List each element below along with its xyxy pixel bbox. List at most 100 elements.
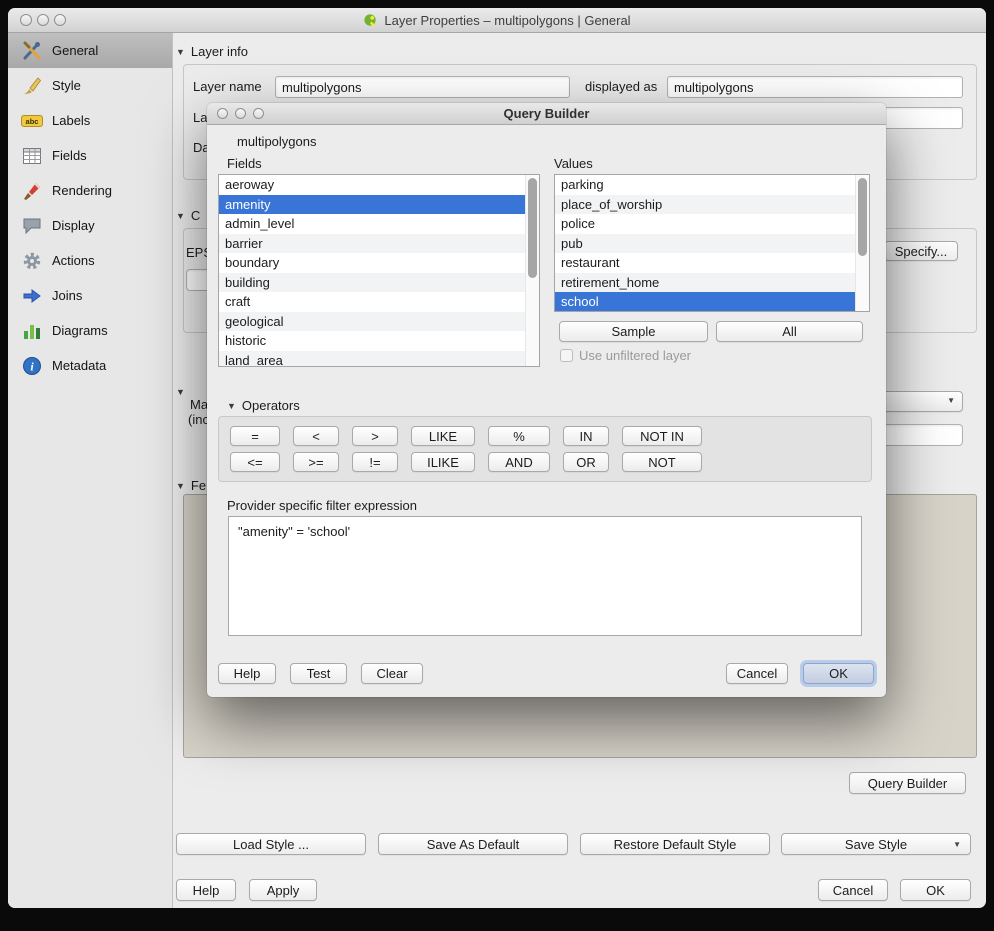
value-item[interactable]: pub	[555, 234, 869, 254]
all-button[interactable]: All	[716, 321, 863, 342]
operators-groupbox: = < > LIKE % IN NOT IN <= >= != ILIKE AN…	[218, 416, 872, 482]
operator-lt-button[interactable]: <	[293, 426, 339, 446]
collapse-triangle-icon[interactable]: ▼	[176, 209, 185, 223]
displayed-as-label: displayed as	[585, 79, 657, 94]
collapse-triangle-icon[interactable]: ▼	[176, 385, 185, 399]
layer-info-title: Layer info	[191, 44, 248, 59]
field-item[interactable]: aeroway	[219, 175, 539, 195]
inclusive-label: (inc	[188, 412, 209, 427]
operator-like-button[interactable]: LIKE	[411, 426, 475, 446]
value-item-selected[interactable]: school	[555, 292, 869, 312]
ok-button[interactable]: OK	[900, 879, 971, 901]
sidebar-item-label: Diagrams	[52, 323, 108, 338]
field-item[interactable]: barrier	[219, 234, 539, 254]
visibility-header[interactable]: ▼	[176, 385, 185, 399]
displayed-as-input[interactable]	[667, 76, 963, 98]
collapse-triangle-icon[interactable]: ▼	[227, 399, 236, 413]
operators-row-1: = < > LIKE % IN NOT IN	[230, 426, 860, 446]
filter-expression-label: Provider specific filter expression	[227, 498, 417, 513]
help-button[interactable]: Help	[176, 879, 236, 901]
value-item[interactable]: restaurant	[555, 253, 869, 273]
sample-button[interactable]: Sample	[559, 321, 708, 342]
dialog-ok-button[interactable]: OK	[803, 663, 874, 684]
value-item[interactable]: place_of_worship	[555, 195, 869, 215]
collapse-triangle-icon[interactable]: ▼	[176, 45, 185, 59]
save-as-default-button[interactable]: Save As Default	[378, 833, 568, 855]
window-title-text: Layer Properties – multipolygons | Gener…	[384, 8, 630, 33]
info-icon: i	[21, 355, 43, 377]
sidebar-item-labels[interactable]: abc Labels	[8, 103, 172, 138]
fields-scrollbar[interactable]	[525, 175, 539, 366]
dialog-test-button[interactable]: Test	[290, 663, 347, 684]
operator-gt-button[interactable]: >	[352, 426, 398, 446]
fields-scrollbar-thumb[interactable]	[528, 178, 537, 278]
value-item[interactable]: parking	[555, 175, 869, 195]
operator-percent-button[interactable]: %	[488, 426, 550, 446]
operator-ilike-button[interactable]: ILIKE	[411, 452, 475, 472]
paintbrush-icon	[21, 75, 43, 97]
operators-header[interactable]: ▼ Operators	[227, 398, 300, 413]
sidebar-item-diagrams[interactable]: Diagrams	[8, 313, 172, 348]
field-item-selected[interactable]: amenity	[219, 195, 539, 215]
dialog-cancel-button[interactable]: Cancel	[726, 663, 788, 684]
dialog-help-button[interactable]: Help	[218, 663, 276, 684]
sidebar-item-label: Actions	[52, 253, 95, 268]
abc-label-icon: abc	[21, 110, 43, 132]
filter-expression-textarea[interactable]: "amenity" = 'school'	[228, 516, 862, 636]
sidebar: General Style abc Labels Fields Renderin…	[8, 33, 173, 908]
query-builder-button[interactable]: Query Builder	[849, 772, 966, 794]
dialog-clear-button[interactable]: Clear	[361, 663, 423, 684]
window-titlebar: Layer Properties – multipolygons | Gener…	[8, 8, 986, 33]
field-item[interactable]: admin_level	[219, 214, 539, 234]
values-scrollbar[interactable]	[855, 175, 869, 311]
operator-or-button[interactable]: OR	[563, 452, 609, 472]
restore-default-style-button[interactable]: Restore Default Style	[580, 833, 770, 855]
qgis-icon	[363, 13, 378, 28]
save-style-label: Save Style	[845, 837, 907, 852]
layer-info-header[interactable]: ▼ Layer info	[176, 44, 248, 59]
save-style-button[interactable]: Save Style ▼	[781, 833, 971, 855]
cancel-button[interactable]: Cancel	[818, 879, 888, 901]
specify-button[interactable]: Specify...	[884, 241, 958, 261]
rendering-icon	[21, 180, 43, 202]
load-style-button[interactable]: Load Style ...	[176, 833, 366, 855]
feature-subset-header[interactable]: ▼ Fe	[176, 478, 206, 493]
operator-not-button[interactable]: NOT	[622, 452, 702, 472]
dialog-title: Query Builder	[207, 103, 886, 125]
operator-neq-button[interactable]: !=	[352, 452, 398, 472]
use-unfiltered-checkbox[interactable]	[560, 349, 573, 362]
operator-in-button[interactable]: IN	[563, 426, 609, 446]
value-item[interactable]: retirement_home	[555, 273, 869, 293]
operator-and-button[interactable]: AND	[488, 452, 550, 472]
sidebar-item-label: Joins	[52, 288, 82, 303]
field-item[interactable]: boundary	[219, 253, 539, 273]
field-item[interactable]: historic	[219, 331, 539, 351]
sidebar-item-actions[interactable]: Actions	[8, 243, 172, 278]
field-item[interactable]: craft	[219, 292, 539, 312]
collapse-triangle-icon[interactable]: ▼	[176, 479, 185, 493]
layer-name-input[interactable]	[275, 76, 570, 98]
operator-equals-button[interactable]: =	[230, 426, 280, 446]
sidebar-item-style[interactable]: Style	[8, 68, 172, 103]
chart-icon	[21, 320, 43, 342]
query-builder-dialog: Query Builder multipolygons Fields aerow…	[207, 103, 886, 697]
value-item[interactable]: police	[555, 214, 869, 234]
operator-not-in-button[interactable]: NOT IN	[622, 426, 702, 446]
sidebar-item-rendering[interactable]: Rendering	[8, 173, 172, 208]
values-scrollbar-thumb[interactable]	[858, 178, 867, 256]
operator-gte-button[interactable]: >=	[293, 452, 339, 472]
sidebar-item-general[interactable]: General	[8, 33, 172, 68]
operator-lte-button[interactable]: <=	[230, 452, 280, 472]
sidebar-item-joins[interactable]: Joins	[8, 278, 172, 313]
apply-button[interactable]: Apply	[249, 879, 317, 901]
table-icon	[21, 145, 43, 167]
sidebar-item-label: Display	[52, 218, 95, 233]
sidebar-item-display[interactable]: Display	[8, 208, 172, 243]
crs-header[interactable]: ▼ C	[176, 208, 200, 223]
field-item[interactable]: building	[219, 273, 539, 293]
sidebar-item-fields[interactable]: Fields	[8, 138, 172, 173]
sidebar-item-metadata[interactable]: i Metadata	[8, 348, 172, 383]
feature-subset-title: Fe	[191, 478, 206, 493]
field-item[interactable]: geological	[219, 312, 539, 332]
field-item[interactable]: land_area	[219, 351, 539, 368]
